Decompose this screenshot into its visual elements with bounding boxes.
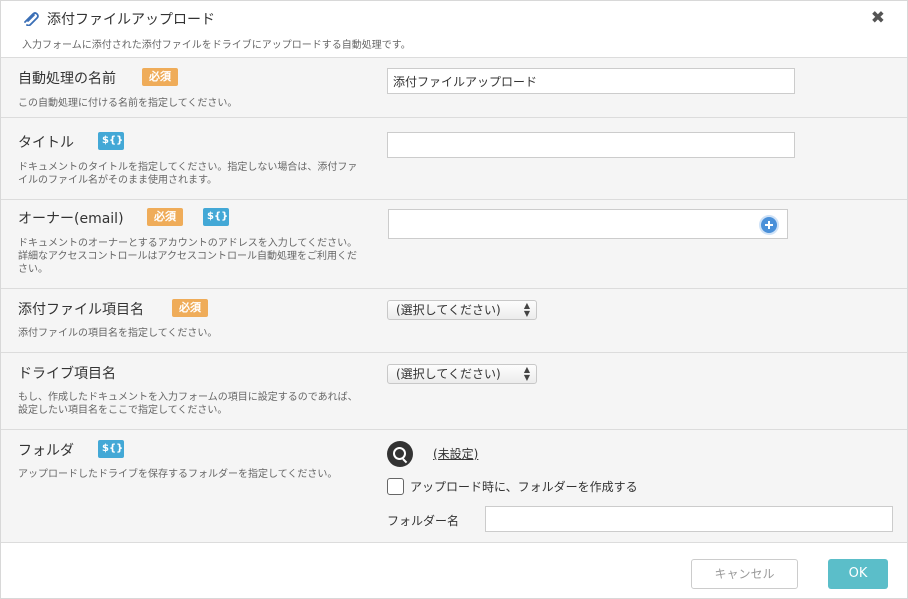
field-row-attachment-item: 添付ファイル項目名 必須 添付ファイルの項目名を指定してください。 (選択してく…	[1, 289, 907, 353]
field-row-name: 自動処理の名前 必須 この自動処理に付ける名前を指定してください。	[1, 58, 907, 118]
field-row-drive-item: ドライブ項目名 もし、作成したドキュメントを入力フォームの項目に設定するのであれ…	[1, 353, 907, 430]
attachment-item-select[interactable]: (選択してください) ▲ ▼	[387, 300, 537, 320]
dialog-title: 添付ファイルアップロード	[47, 12, 215, 28]
field-description-attachment-item: 添付ファイルの項目名を指定してください。	[18, 328, 218, 339]
field-row-title: タイトル ${} ドキュメントのタイトルを指定してください。指定しない場合は、添…	[1, 118, 907, 200]
field-description-title: ドキュメントのタイトルを指定してください。指定しない場合は、添付ファイルのファイ…	[18, 162, 358, 186]
folder-name-input[interactable]	[485, 506, 893, 532]
folder-select-link[interactable]: (未設定)	[433, 445, 478, 462]
field-description-name: この自動処理に付ける名前を指定してください。	[18, 98, 238, 109]
field-label-name: 自動処理の名前	[18, 71, 116, 87]
dialog-body: 自動処理の名前 必須 この自動処理に付ける名前を指定してください。 タイトル $…	[1, 58, 907, 542]
close-icon[interactable]: ✖	[871, 8, 885, 28]
variable-badge: ${}	[203, 208, 229, 226]
field-label-owner: オーナー(email)	[18, 211, 124, 227]
ok-button[interactable]: OK	[828, 559, 888, 589]
required-badge: 必須	[142, 68, 178, 86]
upload-attachment-dialog: 添付ファイルアップロード 入力フォームに添付された添付ファイルをドライブにアップ…	[0, 0, 908, 599]
field-description-owner: ドキュメントのオーナーとするアカウントのアドレスを入力してください。詳細なアクセ…	[18, 238, 358, 275]
folder-search-icon[interactable]	[387, 441, 413, 467]
field-row-owner: オーナー(email) 必須 ${} ドキュメントのオーナーとするアカウントのア…	[1, 200, 907, 289]
paperclip-icon	[24, 12, 39, 26]
drive-item-select[interactable]: (選択してください) ▲ ▼	[387, 364, 537, 384]
select-arrows-icon: ▲ ▼	[523, 365, 530, 382]
dialog-header: 添付ファイルアップロード 入力フォームに添付された添付ファイルをドライブにアップ…	[1, 1, 907, 58]
field-label-folder: フォルダ	[18, 443, 74, 459]
required-badge: 必須	[172, 299, 208, 317]
variable-badge: ${}	[98, 132, 124, 150]
field-description-folder: アップロードしたドライブを保存するフォルダーを指定してください。	[18, 469, 338, 480]
field-label-attachment-item: 添付ファイル項目名	[18, 302, 144, 318]
owner-email-input[interactable]	[388, 209, 788, 239]
select-arrows-icon: ▲ ▼	[523, 301, 530, 318]
select-value: (選択してください)	[396, 367, 501, 381]
field-label-drive-item: ドライブ項目名	[18, 366, 116, 382]
add-owner-icon[interactable]	[759, 215, 779, 235]
dialog-subtitle: 入力フォームに添付された添付ファイルをドライブにアップロードする自動処理です。	[22, 40, 411, 51]
select-value: (選択してください)	[396, 303, 501, 317]
field-description-drive-item: もし、作成したドキュメントを入力フォームの項目に設定するのであれば、設定したい項…	[18, 392, 358, 416]
required-badge: 必須	[147, 208, 183, 226]
title-input[interactable]	[387, 132, 795, 158]
field-label-title: タイトル	[18, 135, 74, 151]
name-input[interactable]	[387, 68, 795, 94]
variable-badge: ${}	[98, 440, 124, 458]
create-folder-checkbox[interactable]	[387, 478, 404, 495]
create-folder-label: アップロード時に、フォルダーを作成する	[410, 480, 638, 494]
folder-name-label: フォルダー名	[387, 514, 460, 528]
cancel-button[interactable]: キャンセル	[691, 559, 798, 589]
dialog-footer: キャンセル OK	[1, 542, 907, 598]
